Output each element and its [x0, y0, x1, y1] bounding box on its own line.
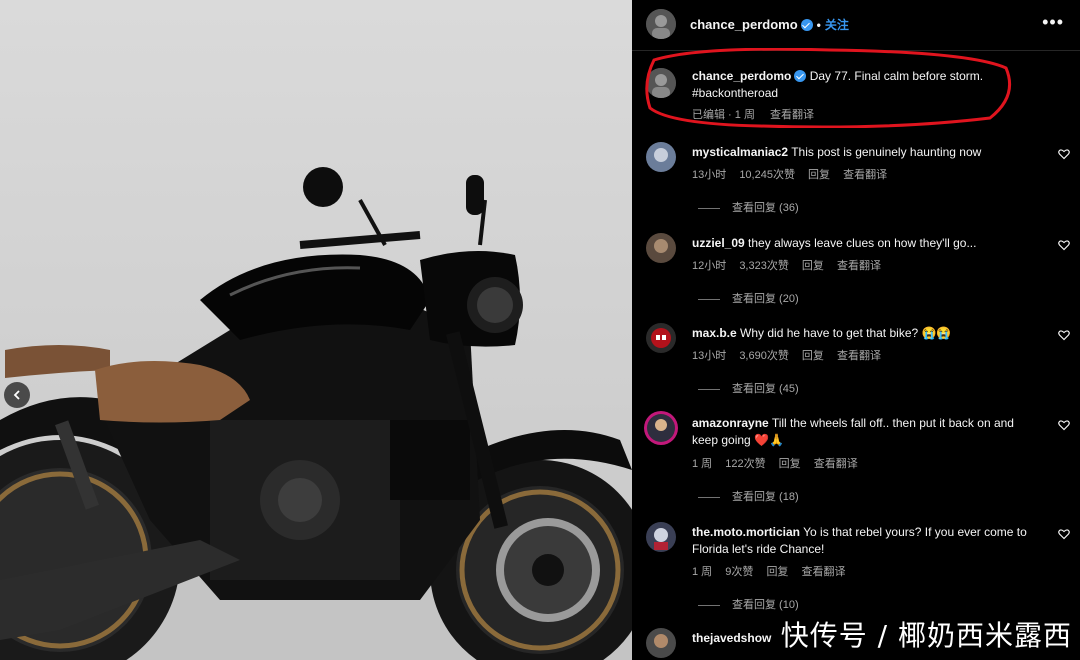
comment-time: 12小时 [692, 260, 727, 272]
comment-username[interactable]: thejavedshow [692, 631, 771, 645]
replies-divider-line [698, 207, 720, 209]
post-header: chance_perdomo • 关注 ••• [632, 0, 1080, 51]
follow-button[interactable]: 关注 [825, 18, 849, 32]
comment-text: Why did he have to get that bike? 😭😭 [740, 326, 952, 340]
commenter-avatar[interactable] [646, 522, 676, 552]
comment-text: they always leave clues on how they'll g… [748, 236, 977, 250]
comment-translate-link[interactable]: 查看翻译 [802, 566, 846, 578]
view-replies-link[interactable]: 查看回复 (45) [698, 380, 799, 396]
comment-text-line: the.moto.mortician Yo is that rebel your… [692, 524, 1032, 558]
comment-reply-link[interactable]: 回复 [802, 350, 824, 362]
verified-badge-icon [800, 19, 813, 31]
view-replies-label: 查看回复 (10) [732, 599, 799, 611]
comment-username[interactable]: mysticalmaniac2 [692, 145, 788, 159]
comment-meta: 1 周 122次赞 回复 查看翻译 [692, 455, 868, 471]
comment-time: 13小时 [692, 350, 727, 362]
replies-divider-line [698, 388, 720, 390]
comment-translate-link[interactable]: 查看翻译 [814, 458, 858, 470]
comment-username[interactable]: max.b.e [692, 326, 737, 340]
comment-translate-link[interactable]: 查看翻译 [837, 260, 881, 272]
commenter-avatar[interactable] [644, 411, 678, 445]
author-header-line: chance_perdomo • 关注 [690, 16, 849, 33]
like-heart-icon[interactable] [1058, 239, 1070, 251]
comment-username[interactable]: the.moto.mortician [692, 525, 800, 539]
view-replies-label: 查看回复 (45) [732, 383, 799, 395]
comment-meta: 1 周 9次赞 回复 查看翻译 [692, 563, 856, 579]
comment-text-line: mysticalmaniac2 This post is genuinely h… [692, 144, 1032, 161]
view-replies-link[interactable]: 查看回复 (20) [698, 290, 799, 306]
comment-text-line: max.b.e Why did he have to get that bike… [692, 325, 1032, 342]
comment-likes[interactable]: 3,690次赞 [739, 350, 789, 362]
more-options-icon[interactable]: ••• [1042, 12, 1064, 33]
replies-divider-line [698, 604, 720, 606]
comment-time: 1 周 [692, 458, 713, 470]
comment-likes[interactable]: 122次赞 [725, 458, 765, 470]
like-heart-icon[interactable] [1058, 419, 1070, 431]
comment-time: 13小时 [692, 169, 727, 181]
author-username[interactable]: chance_perdomo [690, 17, 798, 32]
commenter-avatar[interactable] [646, 233, 676, 263]
view-replies-link[interactable]: 查看回复 (36) [698, 199, 799, 215]
like-heart-icon[interactable] [1058, 329, 1070, 341]
view-replies-label: 查看回复 (18) [732, 491, 799, 503]
comment-meta: 13小时 3,690次赞 回复 查看翻译 [692, 347, 891, 363]
replies-divider-line [698, 496, 720, 498]
comment-meta: 12小时 3,323次赞 回复 查看翻译 [692, 257, 891, 273]
chevron-left-icon [13, 390, 20, 400]
view-replies-label: 查看回复 (36) [732, 202, 799, 214]
author-avatar[interactable] [646, 9, 676, 39]
red-highlight-circle [645, 48, 1011, 128]
comment-translate-link[interactable]: 查看翻译 [837, 350, 881, 362]
replies-divider-line [698, 298, 720, 300]
comments-panel: chance_perdomo • 关注 ••• chance_perdomo Day… [632, 0, 1080, 660]
comment-meta: 13小时 10,245次赞 回复 查看翻译 [692, 166, 897, 182]
carousel-prev-button[interactable] [4, 382, 30, 408]
comment-reply-link[interactable]: 回复 [808, 169, 830, 181]
comment-translate-link[interactable]: 查看翻译 [843, 169, 887, 181]
comment-text-line: uzziel_09 they always leave clues on how… [692, 235, 1032, 252]
view-replies-link[interactable]: 查看回复 (10) [698, 596, 799, 612]
comment-likes[interactable]: 10,245次赞 [739, 169, 795, 181]
comment-likes[interactable]: 3,323次赞 [739, 260, 789, 272]
like-heart-icon[interactable] [1058, 148, 1070, 160]
view-replies-link[interactable]: 查看回复 (18) [698, 488, 799, 504]
comment-reply-link[interactable]: 回复 [766, 566, 788, 578]
commenter-avatar[interactable] [646, 628, 676, 658]
comment-username[interactable]: amazonrayne [692, 416, 769, 430]
motorcycle-illustration [0, 167, 632, 660]
watermark-text: 快传号 / 椰奶西米露西 [780, 619, 1072, 652]
comment-reply-link[interactable]: 回复 [779, 458, 801, 470]
comment-likes[interactable]: 9次赞 [725, 566, 753, 578]
separator-dot: • [816, 18, 821, 32]
instagram-post-view: chance_perdomo • 关注 ••• chance_perdomo Day… [0, 0, 1080, 660]
comment-username[interactable]: uzziel_09 [692, 236, 745, 250]
commenter-avatar[interactable] [646, 142, 676, 172]
comment-time: 1 周 [692, 566, 713, 578]
commenter-avatar[interactable] [646, 323, 676, 353]
view-replies-label: 查看回复 (20) [732, 293, 799, 305]
comment-text: This post is genuinely haunting now [791, 145, 982, 159]
comment-reply-link[interactable]: 回复 [802, 260, 824, 272]
comment-text-line: amazonrayne Till the wheels fall off.. t… [692, 415, 1032, 449]
post-image[interactable] [0, 0, 632, 660]
like-heart-icon[interactable] [1058, 528, 1070, 540]
